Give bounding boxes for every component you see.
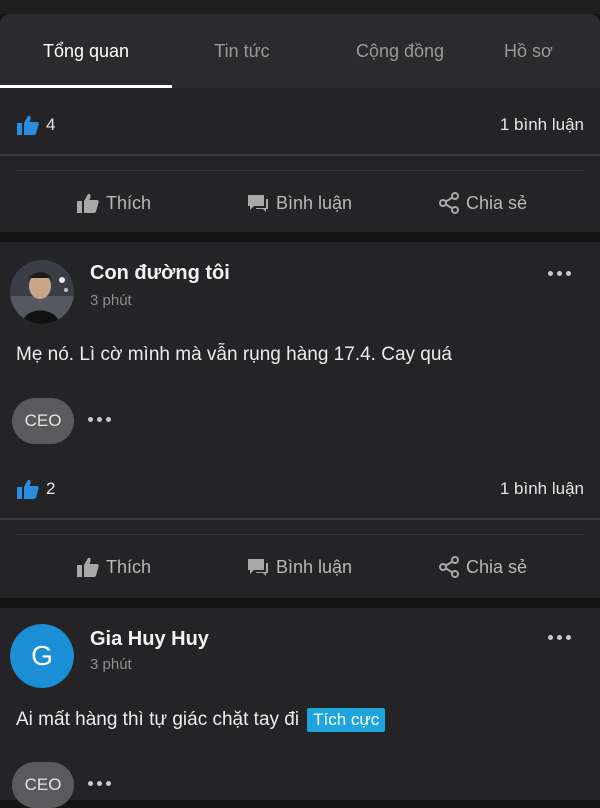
- avatar[interactable]: [10, 260, 74, 324]
- post-stats: 4 1 bình luận: [0, 102, 600, 148]
- like-count[interactable]: 2: [16, 478, 55, 500]
- share-button[interactable]: Chia sẻ: [438, 556, 527, 578]
- tab-community-label: Cộng đồng: [355, 40, 445, 61]
- thumbs-up-icon: [17, 115, 39, 135]
- ceo-badge[interactable]: CEO: [12, 398, 74, 444]
- author-name[interactable]: Gia Huy Huy: [90, 628, 209, 651]
- like-button[interactable]: Thích: [76, 556, 151, 578]
- profile-photo-icon: [10, 260, 74, 324]
- like-label: Thích: [106, 556, 152, 577]
- like-count-value: 2: [46, 479, 56, 498]
- like-count[interactable]: 4: [16, 114, 55, 136]
- tab-profile-label: Hồ sơ: [504, 40, 553, 61]
- tab-profile[interactable]: Hồ sơ: [488, 14, 600, 88]
- card-gap: [0, 598, 600, 608]
- post-actions: Thích Bình luận Chia sẻ: [0, 536, 600, 598]
- post-stats: 2 1 bình luận: [0, 466, 600, 512]
- post-time: 3 phút: [90, 656, 132, 673]
- post-actions: Thích Bình luận Chia sẻ: [0, 172, 600, 234]
- divider: [0, 518, 600, 520]
- post-card-previous: 4 1 bình luận Thích Bình luận Chia sẻ: [0, 88, 600, 232]
- like-count-value: 4: [46, 115, 56, 134]
- tab-overview-label: Tổng quan: [42, 40, 130, 61]
- post-card: G Gia Huy Huy 3 phút Ai mất hàng thì tự …: [0, 608, 600, 808]
- share-icon: [439, 556, 459, 578]
- share-button[interactable]: Chia sẻ: [438, 192, 527, 214]
- post-content: Mẹ nó. Lì cờ mình mà vẫn rụng hàng 17.4.…: [16, 344, 452, 365]
- comment-button[interactable]: Bình luận: [246, 556, 352, 578]
- badge-more-icon[interactable]: [88, 781, 111, 786]
- tab-bar: Tổng quan Tin tức Cộng đồng Hồ sơ: [0, 14, 600, 88]
- thumbs-up-outline-icon: [77, 557, 99, 577]
- comment-button[interactable]: Bình luận: [246, 192, 352, 214]
- tab-news[interactable]: Tin tức: [172, 14, 312, 88]
- more-options-icon[interactable]: [548, 631, 578, 643]
- share-icon: [439, 192, 459, 214]
- divider: [16, 170, 584, 171]
- more-options-icon[interactable]: [548, 267, 578, 279]
- thumbs-up-outline-icon: [77, 193, 99, 213]
- comment-count[interactable]: 1 bình luận: [500, 479, 584, 499]
- divider: [0, 154, 600, 156]
- comment-count[interactable]: 1 bình luận: [500, 115, 584, 135]
- divider: [16, 534, 584, 535]
- ceo-badge[interactable]: CEO: [12, 762, 74, 808]
- tab-overview[interactable]: Tổng quan: [0, 14, 172, 88]
- card-gap: [0, 232, 600, 242]
- thumbs-up-icon: [17, 479, 39, 499]
- avatar-letter: G: [10, 624, 74, 688]
- comment-icon: [248, 195, 268, 212]
- post-text: Ai mất hàng thì tự giác chặt tay đi: [16, 709, 300, 730]
- sentiment-tag[interactable]: Tích cực: [307, 708, 386, 732]
- like-button[interactable]: Thích: [76, 192, 151, 214]
- badge-more-icon[interactable]: [88, 417, 111, 422]
- post-card: Con đường tôi 3 phút Mẹ nó. Lì cờ mình m…: [0, 242, 600, 598]
- like-label: Thích: [106, 192, 152, 213]
- post-content: Ai mất hàng thì tự giác chặt tay đi Tích …: [16, 708, 386, 732]
- status-bar-strip: [0, 0, 600, 14]
- tab-community[interactable]: Cộng đồng: [312, 14, 488, 88]
- tab-news-label: Tin tức: [214, 40, 270, 61]
- avatar[interactable]: G: [10, 624, 74, 688]
- post-time: 3 phút: [90, 292, 132, 309]
- comment-label: Bình luận: [276, 556, 353, 577]
- author-name[interactable]: Con đường tôi: [90, 262, 230, 285]
- share-label: Chia sẻ: [466, 556, 528, 577]
- comment-label: Bình luận: [276, 192, 353, 213]
- comment-icon: [248, 559, 268, 576]
- share-label: Chia sẻ: [466, 192, 528, 213]
